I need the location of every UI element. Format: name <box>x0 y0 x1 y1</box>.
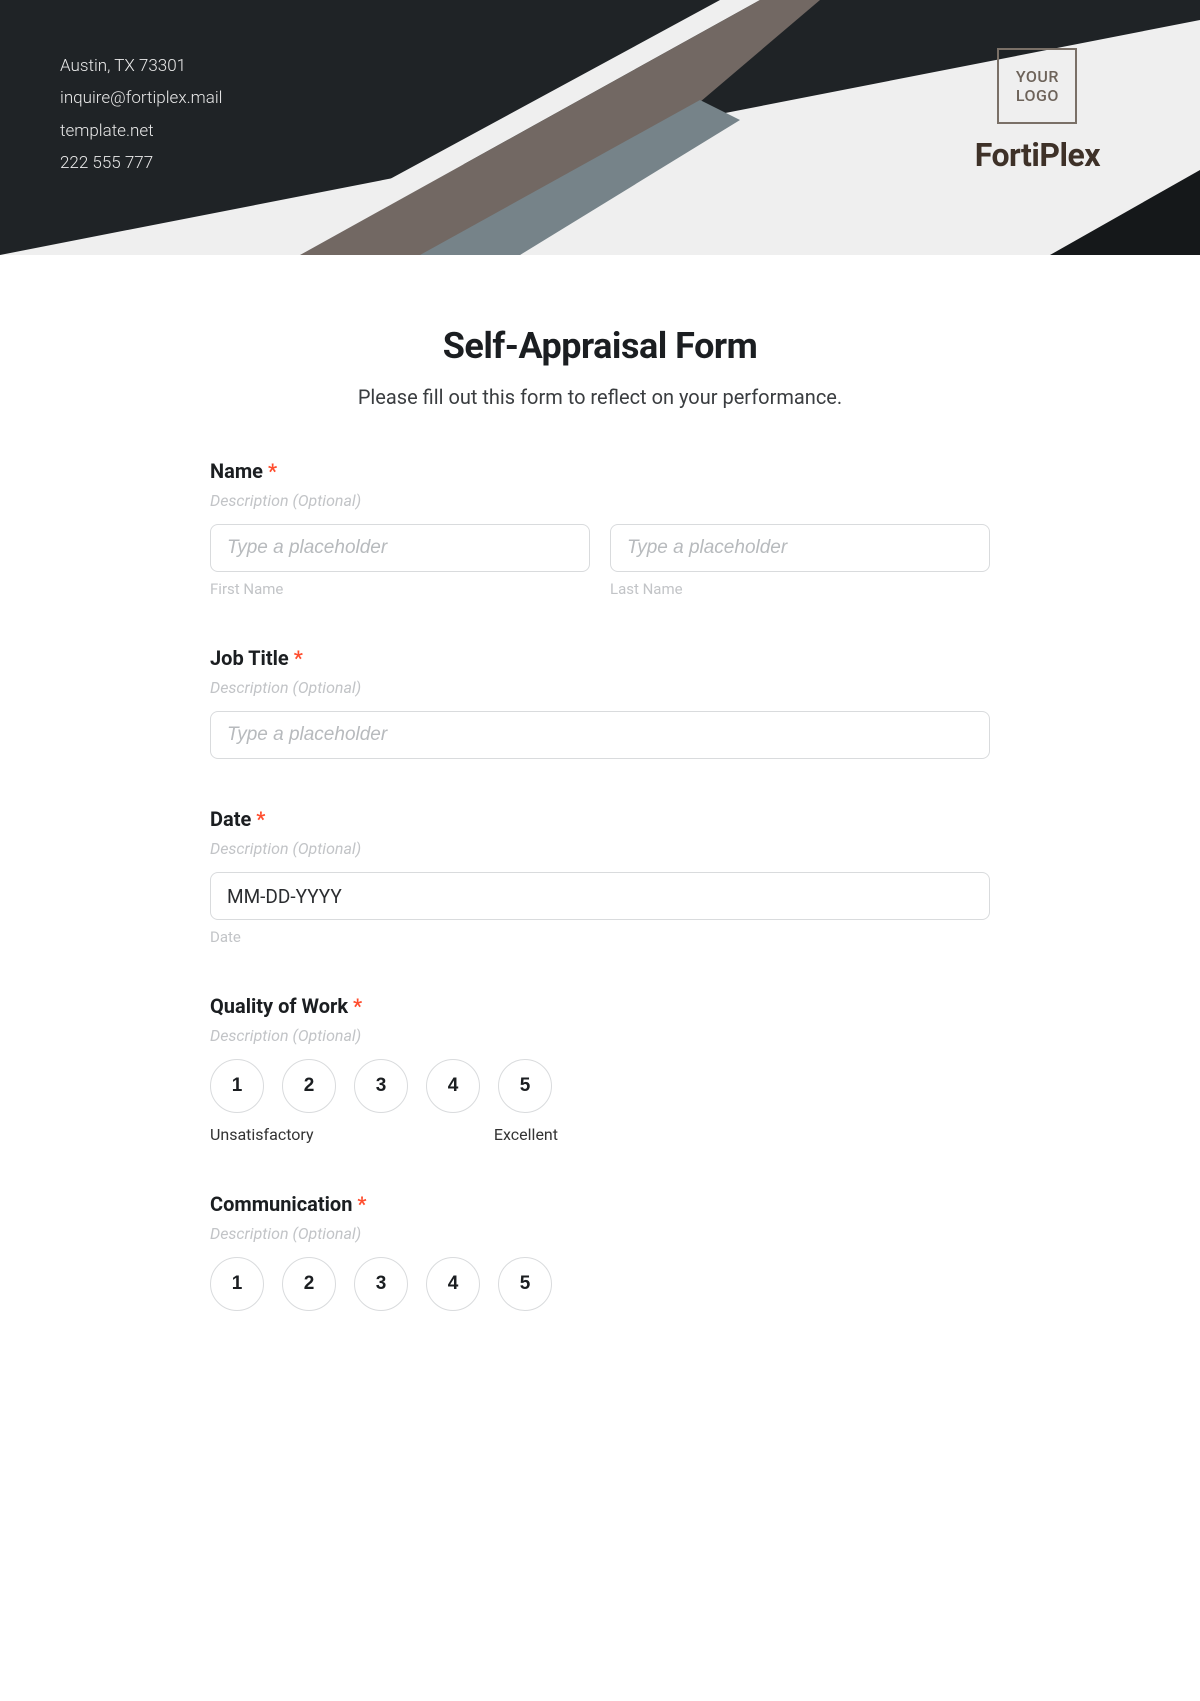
field-date: Date * Description (Optional) MM-DD-YYYY… <box>210 807 990 946</box>
communication-rating-4[interactable]: 4 <box>426 1257 480 1311</box>
name-description: Description (Optional) <box>210 491 990 510</box>
quality-low-caption: Unsatisfactory <box>210 1125 314 1144</box>
communication-label: Communication * <box>210 1192 990 1216</box>
field-job-title: Job Title * Description (Optional) <box>210 646 990 759</box>
form-title: Self-Appraisal Form <box>210 325 990 367</box>
header-website: template.net <box>60 115 223 147</box>
form-subtitle: Please fill out this form to reflect on … <box>210 385 990 409</box>
quality-rating-2[interactable]: 2 <box>282 1059 336 1113</box>
communication-description: Description (Optional) <box>210 1224 990 1243</box>
required-asterisk: * <box>256 807 265 831</box>
header-email: inquire@fortiplex.mail <box>60 82 223 114</box>
date-value: MM-DD-YYYY <box>227 885 342 908</box>
date-label: Date * <box>210 807 990 831</box>
page-header: Austin, TX 73301 inquire@fortiplex.mail … <box>0 0 1200 255</box>
date-input[interactable]: MM-DD-YYYY <box>210 872 990 920</box>
job-title-label: Job Title * <box>210 646 990 670</box>
first-name-input[interactable] <box>210 524 590 572</box>
quality-rating-1[interactable]: 1 <box>210 1059 264 1113</box>
logo-placeholder-icon: YOUR LOGO <box>997 48 1077 124</box>
communication-rating-2[interactable]: 2 <box>282 1257 336 1311</box>
field-name: Name * Description (Optional) First Name… <box>210 459 990 598</box>
required-asterisk: * <box>357 1192 366 1216</box>
communication-rating-row: 1 2 3 4 5 <box>210 1257 990 1311</box>
communication-rating-1[interactable]: 1 <box>210 1257 264 1311</box>
required-asterisk: * <box>294 646 303 670</box>
job-title-input[interactable] <box>210 711 990 759</box>
date-label-text: Date <box>210 807 251 831</box>
header-address: Austin, TX 73301 <box>60 50 223 82</box>
brand-name: FortiPlex <box>975 136 1100 174</box>
last-name-input[interactable] <box>610 524 990 572</box>
communication-label-text: Communication <box>210 1192 352 1216</box>
name-label: Name * <box>210 459 990 483</box>
quality-label: Quality of Work * <box>210 994 990 1018</box>
quality-rating-5[interactable]: 5 <box>498 1059 552 1113</box>
field-quality: Quality of Work * Description (Optional)… <box>210 994 990 1144</box>
date-description: Description (Optional) <box>210 839 990 858</box>
quality-rating-3[interactable]: 3 <box>354 1059 408 1113</box>
form-container: Self-Appraisal Form Please fill out this… <box>190 255 1010 1351</box>
field-communication: Communication * Description (Optional) 1… <box>210 1192 990 1311</box>
name-label-text: Name <box>210 459 263 483</box>
quality-rating-4[interactable]: 4 <box>426 1059 480 1113</box>
quality-label-text: Quality of Work <box>210 994 348 1018</box>
required-asterisk: * <box>268 459 277 483</box>
quality-rating-row: 1 2 3 4 5 <box>210 1059 990 1113</box>
communication-rating-3[interactable]: 3 <box>354 1257 408 1311</box>
header-phone: 222 555 777 <box>60 147 223 179</box>
communication-rating-5[interactable]: 5 <box>498 1257 552 1311</box>
last-name-caption: Last Name <box>610 580 990 598</box>
quality-description: Description (Optional) <box>210 1026 990 1045</box>
required-asterisk: * <box>353 994 362 1018</box>
date-caption: Date <box>210 928 990 946</box>
job-title-description: Description (Optional) <box>210 678 990 697</box>
job-title-label-text: Job Title <box>210 646 289 670</box>
first-name-caption: First Name <box>210 580 590 598</box>
logo-text: YOUR LOGO <box>1016 67 1059 105</box>
quality-high-caption: Excellent <box>494 1125 558 1144</box>
logo-block: YOUR LOGO FortiPlex <box>975 48 1100 174</box>
quality-rating-captions: Unsatisfactory Excellent <box>210 1125 558 1144</box>
header-contact-block: Austin, TX 73301 inquire@fortiplex.mail … <box>60 50 223 179</box>
